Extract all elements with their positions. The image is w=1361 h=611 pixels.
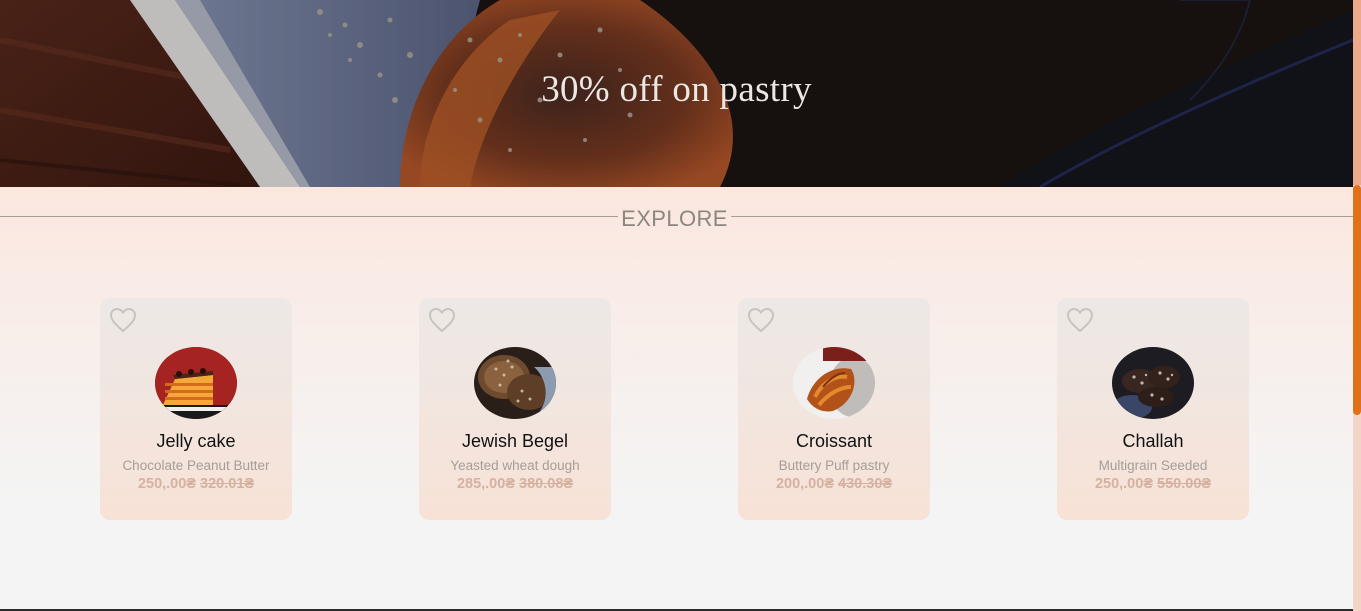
- product-name: Jewish Begel: [461, 431, 569, 451]
- product-card-jewish-begel[interactable]: Jewish Begel Yeasted wheat dough 285,.00…: [419, 298, 611, 520]
- product-image: [793, 347, 875, 419]
- heart-icon[interactable]: [1066, 307, 1094, 333]
- product-price: 250,.00₴ 320.01₴: [100, 476, 292, 492]
- explore-section: EXPLORE Jelly cake Chocolate Peanut Butt…: [0, 187, 1353, 611]
- promo-banner[interactable]: 30% off on pastry: [0, 0, 1353, 187]
- product-image: [155, 347, 237, 419]
- current-price: 200,.00₴: [775, 476, 834, 492]
- product-price: 200,.00₴ 430.30₴: [738, 476, 930, 492]
- product-name: Challah: [1122, 431, 1184, 451]
- section-title: EXPLORE: [621, 206, 728, 231]
- banner-title: 30% off on pastry: [541, 69, 812, 110]
- old-price: 380.08₴: [519, 476, 574, 492]
- product-card-jelly-cake[interactable]: Jelly cake Chocolate Peanut Butter 250,.…: [100, 298, 292, 520]
- product-description: Chocolate Peanut Butter: [122, 458, 270, 473]
- divider-left: [0, 216, 618, 217]
- product-name: Croissant: [795, 431, 873, 451]
- heart-icon[interactable]: [428, 307, 456, 333]
- divider-right: [731, 216, 1353, 217]
- product-description: Yeasted wheat dough: [450, 458, 580, 473]
- product-description: Buttery Puff pastry: [778, 458, 890, 473]
- page: 30% off on pastry EXPLORE Jelly cake Cho…: [0, 0, 1361, 611]
- scrollbar-track-top: [1353, 0, 1361, 185]
- heart-icon[interactable]: [747, 307, 775, 333]
- current-price: 285,.00₴: [456, 476, 515, 492]
- old-price: 320.01₴: [200, 476, 255, 492]
- product-card-challah[interactable]: Challah Multigrain Seeded 250,.00₴ 550.0…: [1057, 298, 1249, 520]
- page-scrollbar[interactable]: [1353, 0, 1361, 611]
- product-price: 250,.00₴ 550.00₴: [1057, 476, 1249, 492]
- product-image: [1112, 347, 1194, 419]
- old-price: 550.00₴: [1157, 476, 1212, 492]
- old-price: 430.30₴: [838, 476, 893, 492]
- current-price: 250,.00₴: [1094, 476, 1153, 492]
- product-price: 285,.00₴ 380.08₴: [419, 476, 611, 492]
- product-description: Multigrain Seeded: [1098, 458, 1208, 473]
- product-name: Jelly cake: [156, 431, 236, 451]
- product-card-croissant[interactable]: Croissant Buttery Puff pastry 200,.00₴ 4…: [738, 298, 930, 520]
- current-price: 250,.00₴: [137, 476, 196, 492]
- heart-icon[interactable]: [109, 307, 137, 333]
- product-image: [474, 347, 556, 419]
- scrollbar-thumb[interactable]: [1353, 185, 1361, 415]
